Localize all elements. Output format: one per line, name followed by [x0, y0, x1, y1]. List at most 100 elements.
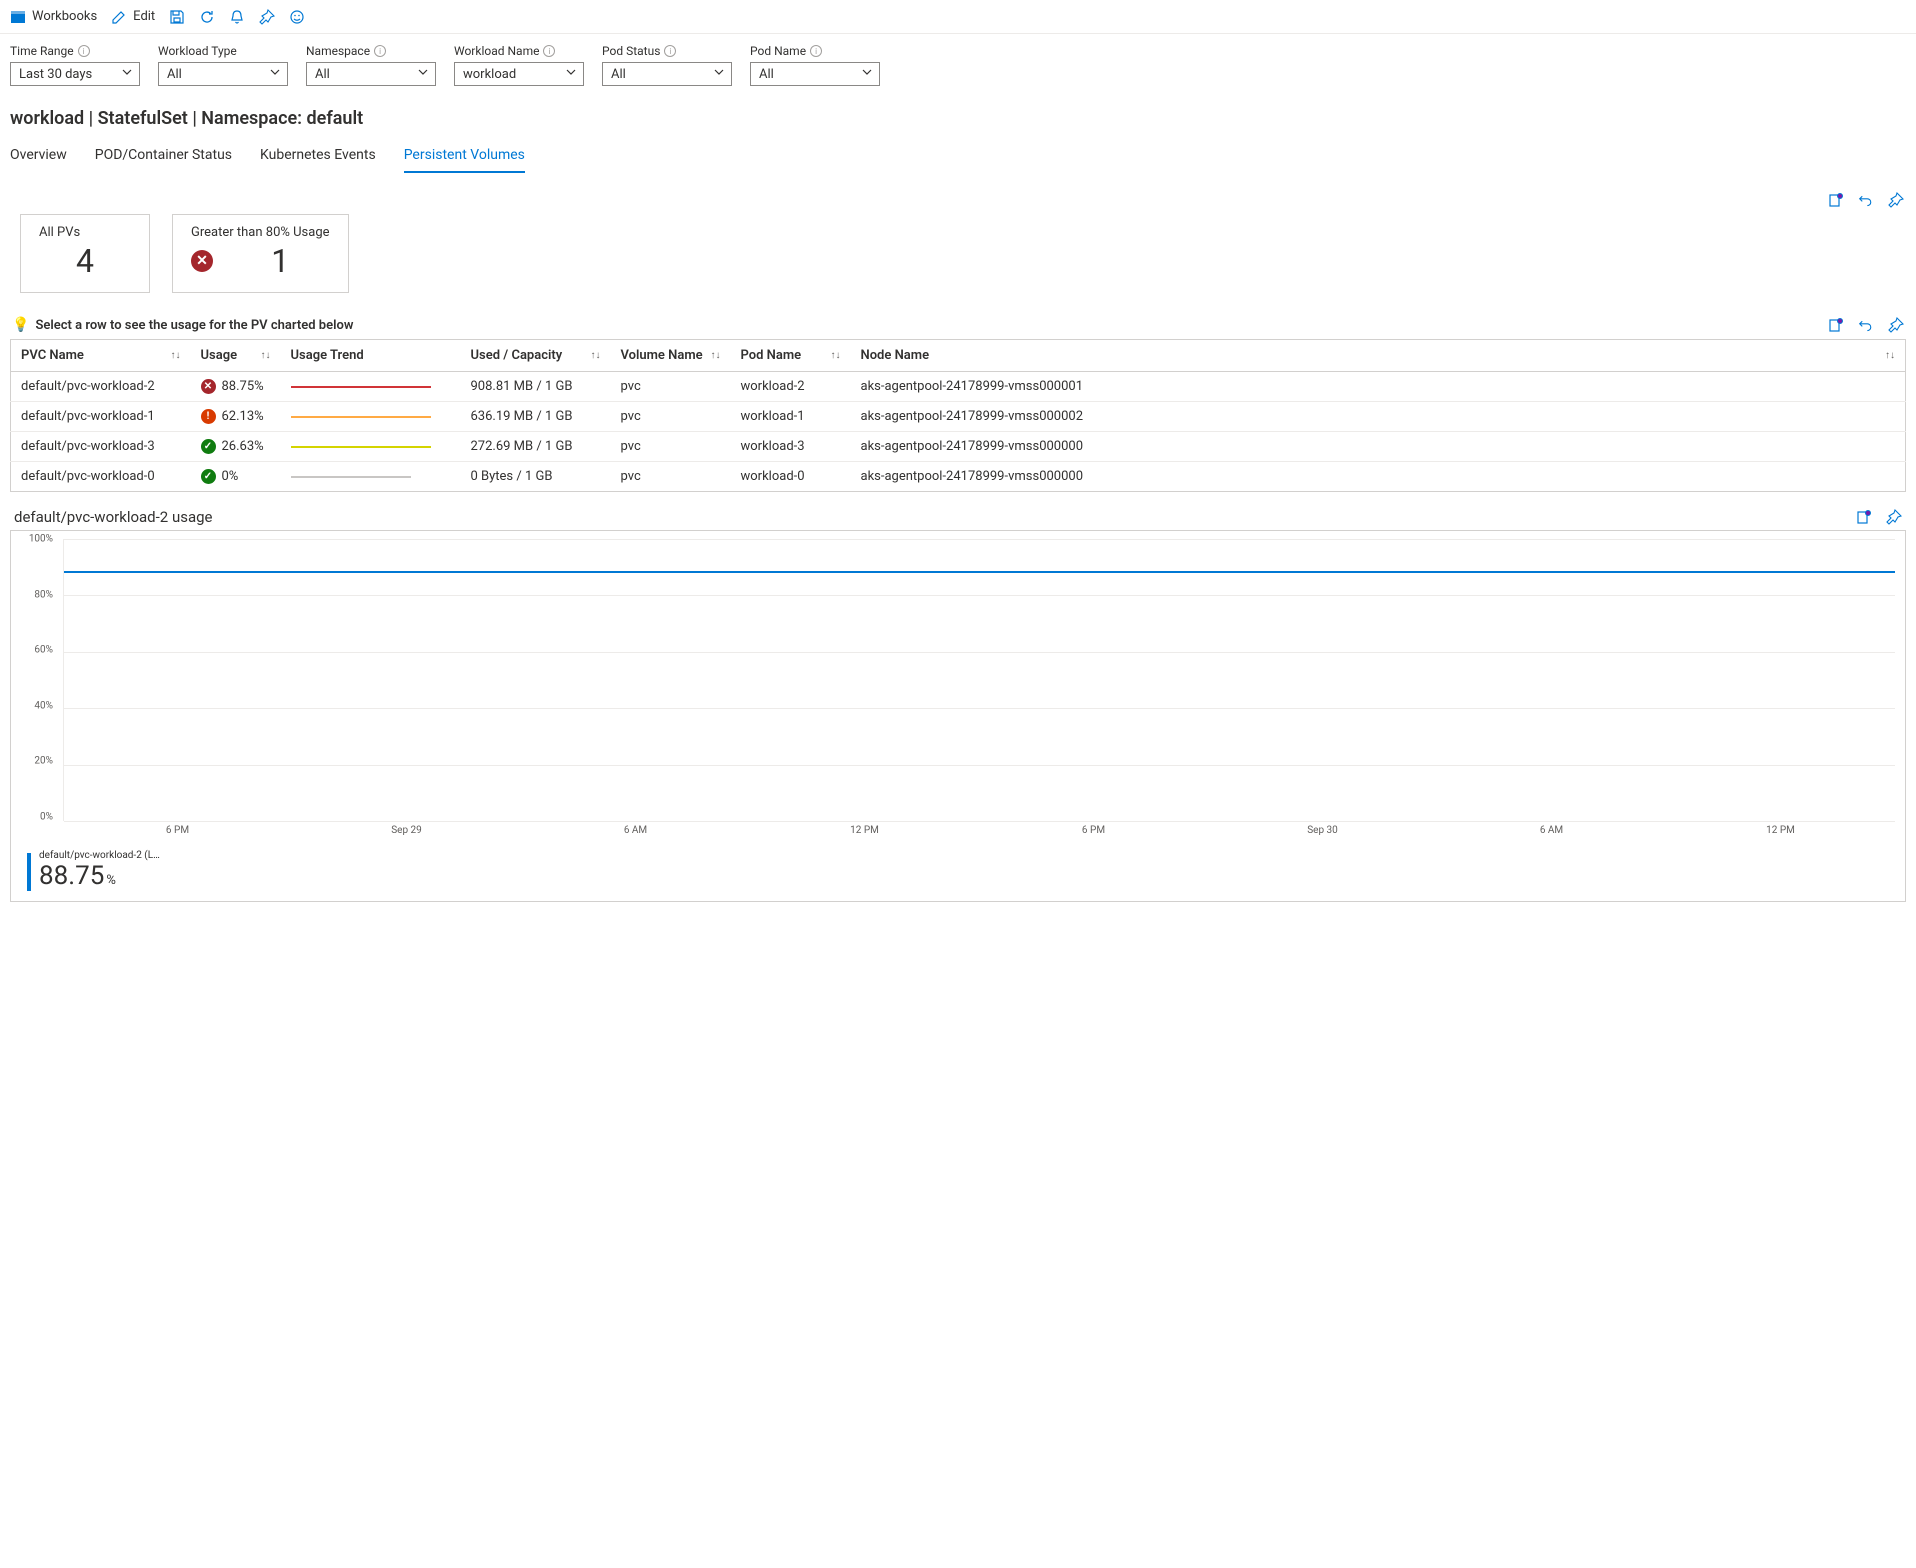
info-icon[interactable]: i	[810, 45, 822, 57]
card-gt80[interactable]: Greater than 80% Usage ✕ 1	[172, 214, 349, 293]
trend-sparkline	[291, 446, 431, 448]
legend-value: 88.75%	[39, 861, 160, 891]
chart-legend: default/pvc-workload-2 (L… 88.75%	[11, 844, 1905, 901]
sort-icon[interactable]: ↑↓	[591, 350, 601, 361]
sort-icon[interactable]: ↑↓	[831, 350, 841, 361]
status-icon: ✕	[201, 379, 216, 394]
chart-title: default/pvc-workload-2 usage	[14, 508, 213, 526]
cell-node: aks-agentpool-24178999-vmss000000	[851, 462, 1906, 492]
card-value: 4	[39, 242, 131, 280]
grid-line	[64, 595, 1895, 596]
trend-sparkline	[291, 416, 431, 418]
x-tick-label: 12 PM	[1666, 825, 1895, 836]
tab-pod-status[interactable]: POD/Container Status	[95, 139, 232, 173]
info-icon[interactable]: i	[374, 45, 386, 57]
tab-overview[interactable]: Overview	[10, 139, 67, 173]
cell-trend	[281, 462, 461, 492]
cell-node: aks-agentpool-24178999-vmss000000	[851, 432, 1906, 462]
cell-pvc: default/pvc-workload-2	[11, 372, 191, 402]
trend-sparkline	[291, 386, 431, 388]
filter-workload-type: Workload Type All	[158, 44, 288, 86]
cell-usage: ✕88.75%	[191, 372, 281, 402]
refresh-icon[interactable]	[199, 9, 215, 25]
th-pvc-name[interactable]: PVC Name↑↓	[11, 340, 191, 372]
error-icon: ✕	[191, 250, 213, 272]
sort-icon[interactable]: ↑↓	[261, 350, 271, 361]
log-analytics-icon[interactable]	[1856, 509, 1872, 525]
pv-table: PVC Name↑↓ Usage↑↓ Usage Trend Used / Ca…	[10, 339, 1906, 492]
th-usage[interactable]: Usage↑↓	[191, 340, 281, 372]
workload-type-select[interactable]: All	[158, 62, 288, 86]
workbooks-label: Workbooks	[32, 9, 97, 24]
undo-icon[interactable]	[1858, 192, 1874, 208]
log-analytics-icon[interactable]	[1828, 317, 1844, 333]
table-row[interactable]: default/pvc-workload-2✕88.75% 908.81 MB /…	[11, 372, 1906, 402]
cell-pvc: default/pvc-workload-1	[11, 402, 191, 432]
th-used-capacity[interactable]: Used / Capacity↑↓	[461, 340, 611, 372]
y-tick-label: 60%	[34, 645, 53, 656]
th-node-name[interactable]: Node Name↑↓	[851, 340, 1906, 372]
info-icon[interactable]: i	[543, 45, 555, 57]
info-icon[interactable]: i	[78, 45, 90, 57]
chevron-down-icon	[713, 66, 725, 82]
x-tick-label: Sep 30	[1208, 825, 1437, 836]
th-pod-name[interactable]: Pod Name↑↓	[731, 340, 851, 372]
card-title: Greater than 80% Usage	[191, 225, 330, 240]
pin-icon[interactable]	[1888, 317, 1904, 333]
x-tick-label: 6 PM	[979, 825, 1208, 836]
status-icon: ✓	[201, 439, 216, 454]
th-volume-name[interactable]: Volume Name↑↓	[611, 340, 731, 372]
pin-icon[interactable]	[1886, 509, 1902, 525]
chart-section: default/pvc-workload-2 usage 100%80%60%4…	[0, 492, 1916, 912]
x-tick-label: Sep 29	[292, 825, 521, 836]
smiley-icon[interactable]	[289, 9, 305, 25]
cell-pod: workload-3	[731, 432, 851, 462]
alert-icon[interactable]	[229, 9, 245, 25]
sort-icon[interactable]: ↑↓	[171, 350, 181, 361]
table-row[interactable]: default/pvc-workload-3✓26.63%272.69 MB /…	[11, 432, 1906, 462]
tab-persistent-volumes[interactable]: Persistent Volumes	[404, 139, 525, 173]
pod-status-select[interactable]: All	[602, 62, 732, 86]
pencil-icon	[111, 9, 127, 25]
save-icon[interactable]	[169, 9, 185, 25]
chevron-down-icon	[269, 66, 281, 82]
chart-series-line	[64, 571, 1895, 573]
y-tick-label: 100%	[29, 534, 53, 545]
filter-pod-status: Pod Statusi All	[602, 44, 732, 86]
filter-label: Pod Statusi	[602, 44, 732, 58]
sort-icon[interactable]: ↑↓	[1885, 350, 1895, 361]
tab-k8s-events[interactable]: Kubernetes Events	[260, 139, 376, 173]
tab-bar: Overview POD/Container Status Kubernetes…	[0, 139, 1916, 174]
hint-row: 💡 Select a row to see the usage for the …	[0, 313, 1916, 339]
status-icon: !	[201, 409, 216, 424]
workbooks-button[interactable]: Workbooks	[10, 9, 97, 25]
filter-label: Workload Type	[158, 44, 288, 58]
namespace-select[interactable]: All	[306, 62, 436, 86]
card-all-pvs[interactable]: All PVs 4	[20, 214, 150, 293]
y-tick-label: 20%	[34, 756, 53, 767]
cell-volume: pvc	[611, 462, 731, 492]
cell-used: 636.19 MB / 1 GB	[461, 402, 611, 432]
edit-button[interactable]: Edit	[111, 9, 155, 25]
time-range-select[interactable]: Last 30 days	[10, 62, 140, 86]
chart[interactable]: 100%80%60%40%20%0% 6 PMSep 296 AM12 PM6 …	[10, 530, 1906, 902]
cell-trend	[281, 402, 461, 432]
log-analytics-icon[interactable]	[1828, 192, 1844, 208]
cell-volume: pvc	[611, 372, 731, 402]
page-title: workload | StatefulSet | Namespace: defa…	[0, 86, 1916, 139]
th-usage-trend[interactable]: Usage Trend	[281, 340, 461, 372]
filter-label: Pod Namei	[750, 44, 880, 58]
pin-icon[interactable]	[1888, 192, 1904, 208]
table-row[interactable]: default/pvc-workload-0✓0%0 Bytes / 1 GBp…	[11, 462, 1906, 492]
x-tick-label: 12 PM	[750, 825, 979, 836]
cell-pvc: default/pvc-workload-3	[11, 432, 191, 462]
info-icon[interactable]: i	[664, 45, 676, 57]
pod-name-select[interactable]: All	[750, 62, 880, 86]
pin-icon[interactable]	[259, 9, 275, 25]
sort-icon[interactable]: ↑↓	[711, 350, 721, 361]
table-row[interactable]: default/pvc-workload-1!62.13%636.19 MB /…	[11, 402, 1906, 432]
workload-name-select[interactable]: workload	[454, 62, 584, 86]
cell-used: 908.81 MB / 1 GB	[461, 372, 611, 402]
bulb-icon: 💡	[12, 317, 29, 333]
undo-icon[interactable]	[1858, 317, 1874, 333]
